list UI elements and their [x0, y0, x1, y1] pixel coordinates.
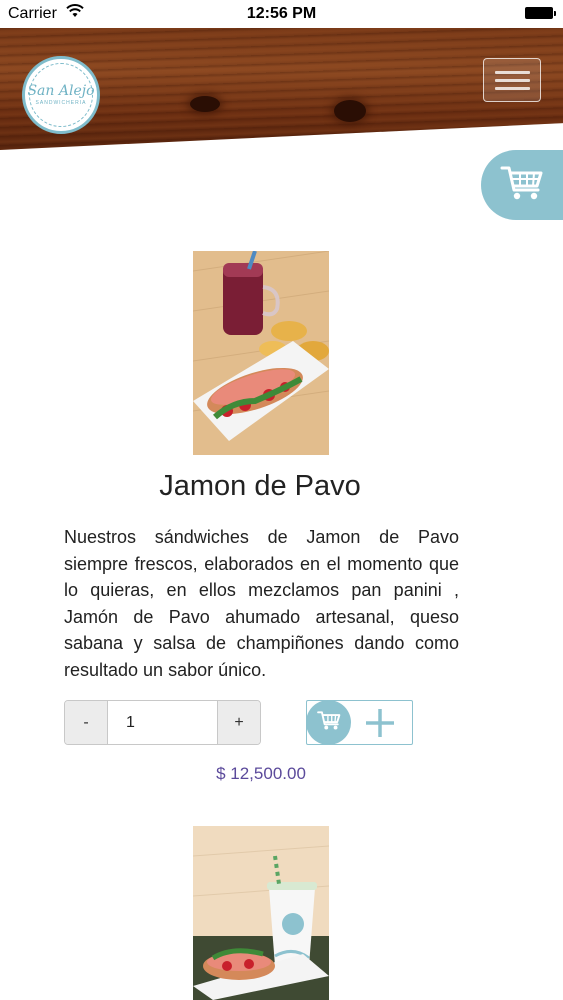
decrease-quantity-button[interactable]: - — [65, 701, 108, 744]
cart-circle — [306, 700, 351, 745]
wood-knot — [190, 96, 220, 112]
cart-button[interactable] — [481, 150, 563, 220]
increase-quantity-button[interactable]: + — [217, 701, 260, 744]
add-to-cart-button[interactable] — [306, 700, 413, 745]
brand-logo[interactable]: San Alejo SANDWICHERIA — [22, 56, 100, 134]
next-product-image[interactable] — [193, 826, 329, 1000]
plus-icon — [364, 707, 396, 744]
product-price: $ 12,500.00 — [216, 764, 306, 783]
quantity-stepper: - 1 + — [64, 700, 261, 745]
header-banner: San Alejo SANDWICHERIA — [0, 28, 563, 150]
status-bar: Carrier 12:56 PM — [0, 0, 563, 28]
shopping-cart-icon — [500, 164, 544, 207]
product-title: Jamon de Pavo — [159, 470, 361, 502]
shopping-cart-icon — [316, 710, 341, 736]
quantity-input[interactable]: 1 — [108, 701, 217, 744]
menu-button[interactable] — [483, 58, 541, 102]
status-time: 12:56 PM — [246, 5, 317, 22]
battery-icon — [525, 7, 556, 19]
product-image[interactable] — [193, 251, 329, 455]
logo-subtext: SANDWICHERIA — [35, 100, 87, 106]
wood-knot — [334, 100, 366, 122]
product-description: Nuestros sándwiches de Jamon de Pavo sie… — [64, 527, 459, 680]
logo-text: San Alejo — [27, 83, 95, 99]
